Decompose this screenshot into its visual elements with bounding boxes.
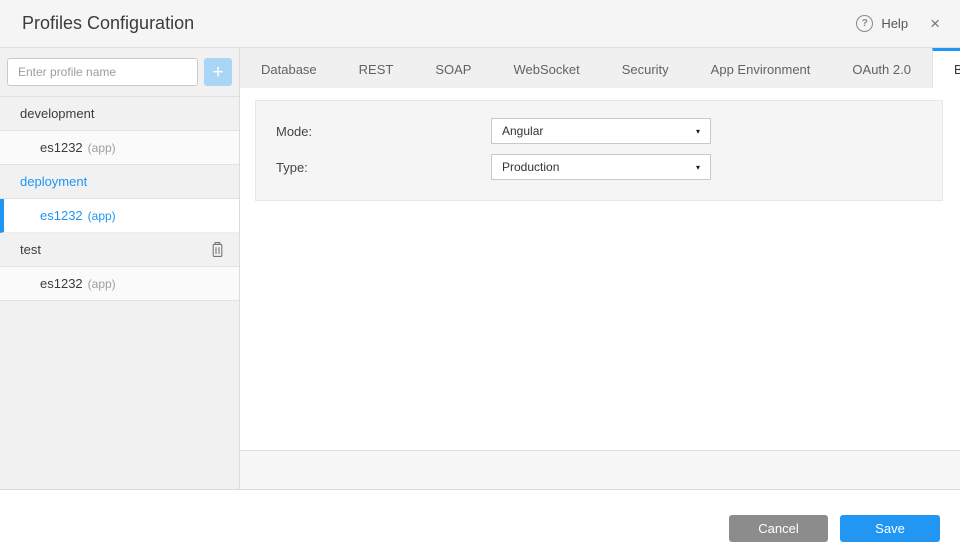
profile-group-development[interactable]: development	[0, 97, 239, 131]
save-button[interactable]: Save	[840, 515, 940, 542]
tab-soap[interactable]: SOAP	[414, 48, 492, 88]
mode-select-value: Angular	[502, 124, 544, 138]
form-row-mode: Mode: Angular ▾	[276, 118, 922, 144]
profile-create-row: +	[0, 48, 239, 96]
tab-security[interactable]: Security	[601, 48, 690, 88]
form-row-type: Type: Production ▾	[276, 154, 922, 180]
profile-label: development	[20, 106, 95, 121]
action-bar: Cancel Save	[0, 490, 960, 560]
tab-oauth[interactable]: OAuth 2.0	[831, 48, 932, 88]
mode-label: Mode:	[276, 123, 313, 139]
profile-group-deployment[interactable]: deployment	[0, 165, 239, 199]
tab-rest[interactable]: REST	[338, 48, 415, 88]
chevron-down-icon: ▾	[695, 162, 700, 172]
app-label: es1232	[40, 140, 83, 155]
tab-bar: Database REST SOAP WebSocket Security Ap…	[240, 48, 960, 88]
profile-app-item[interactable]: es1232 (app)	[0, 267, 239, 301]
tab-websocket[interactable]: WebSocket	[492, 48, 600, 88]
app-suffix: (app)	[87, 208, 116, 223]
dialog-header: Profiles Configuration ? Help ×	[0, 0, 960, 48]
close-icon[interactable]: ×	[930, 15, 940, 32]
app-label: es1232	[40, 208, 83, 223]
app-suffix: (app)	[87, 140, 116, 155]
profile-app-item-selected[interactable]: es1232 (app)	[0, 199, 239, 233]
add-profile-button[interactable]: +	[204, 58, 232, 86]
tab-database[interactable]: Database	[240, 48, 338, 88]
type-select-value: Production	[502, 160, 560, 174]
build-options-panel: Mode: Angular ▾ Type: Production ▾	[255, 100, 943, 201]
type-label: Type:	[276, 159, 308, 175]
mode-select[interactable]: Angular ▾	[491, 118, 711, 144]
profile-label: test	[20, 242, 41, 257]
tab-build-options[interactable]: Build Options	[931, 48, 960, 88]
profile-group-test[interactable]: test	[0, 233, 239, 267]
profile-label: deployment	[20, 174, 88, 189]
tab-content-build-options: Mode: Angular ▾ Type: Production ▾	[240, 88, 960, 450]
profile-app-item[interactable]: es1232 (app)	[0, 131, 239, 165]
help-label: Help	[881, 16, 909, 31]
main-panel: Database REST SOAP WebSocket Security Ap…	[240, 48, 960, 490]
delete-profile-icon[interactable]	[210, 241, 225, 258]
app-suffix: (app)	[87, 276, 116, 291]
panel-footer-strip	[240, 450, 960, 490]
help-button[interactable]: ? Help	[856, 15, 908, 32]
page-title: Profiles Configuration	[22, 13, 195, 33]
chevron-down-icon: ▾	[695, 126, 700, 136]
app-label: es1232	[40, 276, 83, 291]
profile-name-input[interactable]	[7, 58, 198, 86]
cancel-button[interactable]: Cancel	[729, 515, 828, 542]
profile-list: development es1232 (app) deployment es12…	[0, 96, 239, 301]
type-select[interactable]: Production ▾	[491, 154, 711, 180]
profiles-sidebar: + development es1232 (app) deployment es…	[0, 48, 240, 490]
tab-app-environment[interactable]: App Environment	[690, 48, 832, 88]
help-icon: ?	[856, 15, 874, 32]
